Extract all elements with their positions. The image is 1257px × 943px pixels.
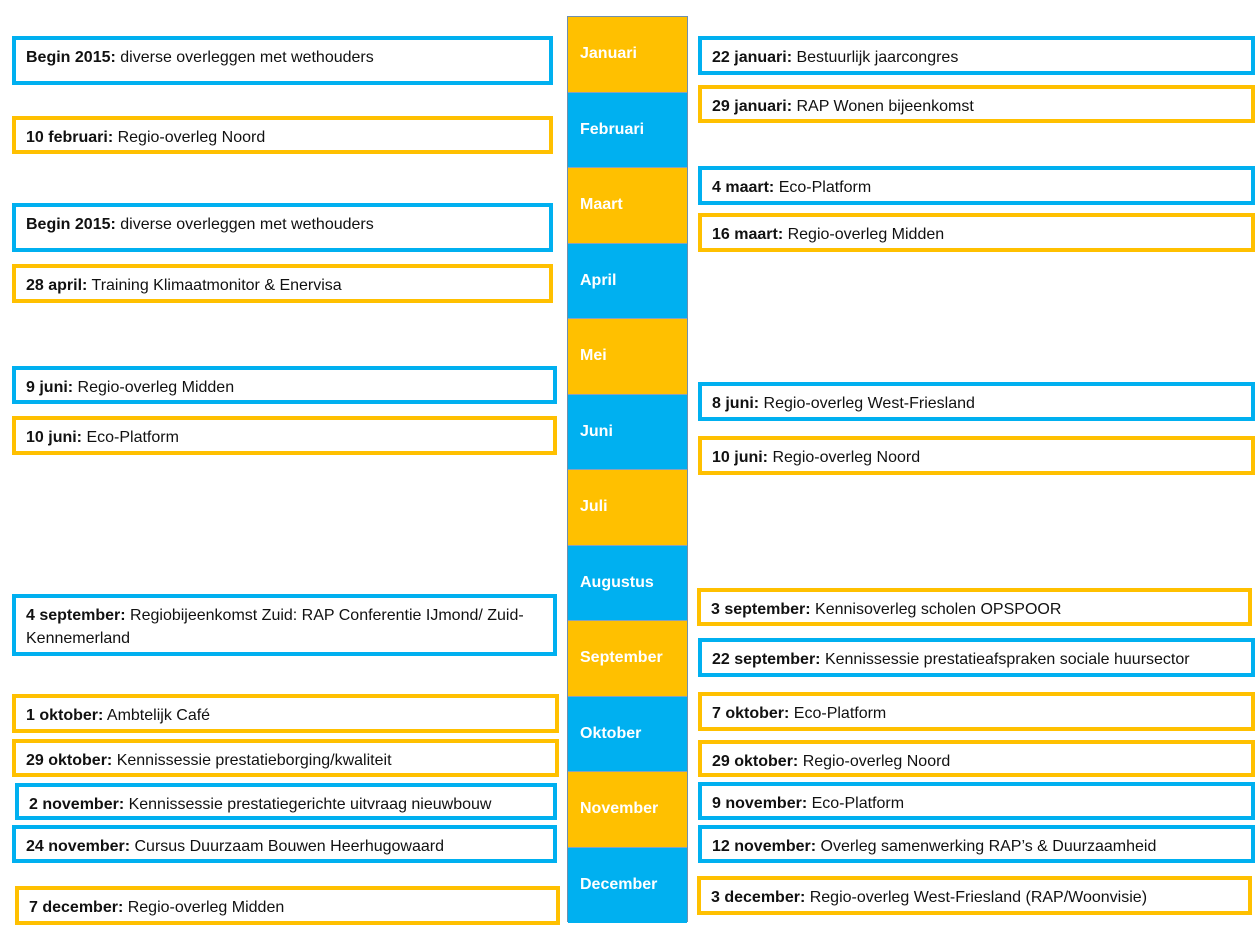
event-date: 8 juni:: [712, 395, 760, 412]
event-date: 22 september:: [712, 651, 821, 668]
event-date: 28 april:: [26, 277, 88, 294]
event-date: 10 februari:: [26, 129, 114, 146]
event-date: 9 november:: [712, 795, 808, 812]
event-text: Regio-overleg Noord: [768, 449, 921, 466]
event-date: 4 september:: [26, 607, 126, 624]
event-text: RAP Wonen bijeenkomst: [792, 98, 974, 115]
month-mei: Mei: [568, 319, 687, 395]
event-right: 7 oktober: Eco-Platform: [698, 692, 1255, 731]
event-text: Bestuurlijk jaarcongres: [792, 49, 959, 66]
event-text: Regio-overleg Midden: [783, 226, 945, 243]
month-juni: Juni: [568, 394, 687, 470]
event-right: 9 november: Eco-Platform: [698, 782, 1255, 820]
month-oktober: Oktober: [568, 696, 687, 772]
month-maart: Maart: [568, 168, 687, 244]
event-right: 4 maart: Eco-Platform: [698, 166, 1255, 205]
event-text: Regio-overleg Midden: [73, 379, 235, 396]
event-left: 9 juni: Regio-overleg Midden: [12, 366, 557, 404]
event-text: Eco-Platform: [789, 705, 887, 722]
event-date: Begin 2015:: [26, 49, 116, 66]
event-date: 10 juni:: [26, 429, 83, 446]
event-date: 22 januari:: [712, 49, 793, 66]
event-date: 9 juni:: [26, 379, 74, 396]
event-date: 3 december:: [711, 889, 806, 906]
event-text: Ambtelijk Café: [103, 707, 211, 724]
event-text: Kennissessie prestatieafspraken sociale …: [820, 651, 1190, 668]
event-date: 7 oktober:: [712, 705, 790, 722]
month-column: Januari Februari Maart April Mei Juni Ju…: [567, 16, 688, 923]
event-date: 4 maart:: [712, 179, 775, 196]
event-right: 29 oktober: Regio-overleg Noord: [698, 740, 1255, 777]
event-right: 3 december: Regio-overleg West-Friesland…: [697, 876, 1252, 915]
event-right: 22 september: Kennissessie prestatieafsp…: [698, 638, 1255, 677]
event-right: 29 januari: RAP Wonen bijeenkomst: [698, 85, 1255, 123]
event-text: Eco-Platform: [82, 429, 179, 446]
event-text: Regio-overleg Noord: [113, 129, 266, 146]
event-left: 29 oktober: Kennissessie prestatieborgin…: [12, 739, 559, 777]
event-date: 12 november:: [712, 838, 817, 855]
event-text: Regio-overleg West-Friesland (RAP/Woonvi…: [805, 889, 1148, 906]
event-left: 24 november: Cursus Duurzaam Bouwen Heer…: [12, 825, 557, 863]
month-april: April: [568, 243, 687, 319]
event-date: 7 december:: [29, 899, 124, 916]
event-left: 2 november: Kennissessie prestatiegerich…: [15, 783, 557, 820]
month-januari: Januari: [568, 17, 687, 93]
event-left: 4 september: Regiobijeenkomst Zuid: RAP …: [12, 594, 557, 656]
event-left: 10 juni: Eco-Platform: [12, 416, 557, 455]
event-right: 12 november: Overleg samenwerking RAP’s …: [698, 825, 1255, 863]
event-right: 3 september: Kennisoverleg scholen OPSPO…: [697, 588, 1252, 626]
event-date: Begin 2015:: [26, 216, 116, 233]
event-text: Cursus Duurzaam Bouwen Heerhugowaard: [130, 838, 444, 855]
month-november: November: [568, 772, 687, 848]
event-text: Regio-overleg Noord: [798, 753, 951, 770]
event-text: diverse overleggen met wethouders: [115, 49, 374, 66]
event-text: Overleg samenwerking RAP’s & Duurzaamhei…: [816, 838, 1157, 855]
event-text: Regio-overleg Midden: [123, 899, 285, 916]
month-september: September: [568, 621, 687, 697]
event-text: Kennisoverleg scholen OPSPOOR: [810, 601, 1062, 618]
event-right: 8 juni: Regio-overleg West-Friesland: [698, 382, 1255, 421]
event-date: 24 november:: [26, 838, 131, 855]
event-date: 29 oktober:: [712, 753, 799, 770]
event-right: 10 juni: Regio-overleg Noord: [698, 436, 1255, 475]
event-left: 28 april: Training Klimaatmonitor & Ener…: [12, 264, 553, 303]
event-date: 1 oktober:: [26, 707, 104, 724]
month-juli: Juli: [568, 470, 687, 546]
event-date: 16 maart:: [712, 226, 784, 243]
event-left: 10 februari: Regio-overleg Noord: [12, 116, 553, 154]
event-text: Kennissessie prestatieborging/kwaliteit: [112, 752, 392, 769]
event-left: Begin 2015: diverse overleggen met wetho…: [12, 203, 553, 252]
event-text: Regio-overleg West-Friesland: [759, 395, 975, 412]
event-text: Training Klimaatmonitor & Enervisa: [87, 277, 342, 294]
event-right: 22 januari: Bestuurlijk jaarcongres: [698, 36, 1255, 75]
event-left: 7 december: Regio-overleg Midden: [15, 886, 560, 925]
event-text: Eco-Platform: [774, 179, 872, 196]
month-augustus: Augustus: [568, 545, 687, 621]
event-right: 16 maart: Regio-overleg Midden: [698, 213, 1255, 252]
event-text: Eco-Platform: [807, 795, 905, 812]
month-februari: Februari: [568, 92, 687, 168]
event-text: Kennissessie prestatiegerichte uitvraag …: [124, 796, 492, 813]
event-date: 3 september:: [711, 601, 811, 618]
event-date: 29 oktober:: [26, 752, 113, 769]
event-date: 29 januari:: [712, 98, 793, 115]
event-date: 2 november:: [29, 796, 125, 813]
event-date: 10 juni:: [712, 449, 769, 466]
event-text: diverse overleggen met wethouders: [115, 216, 374, 233]
event-left: Begin 2015: diverse overleggen met wetho…: [12, 36, 553, 85]
event-left: 1 oktober: Ambtelijk Café: [12, 694, 559, 733]
month-december: December: [568, 847, 687, 923]
